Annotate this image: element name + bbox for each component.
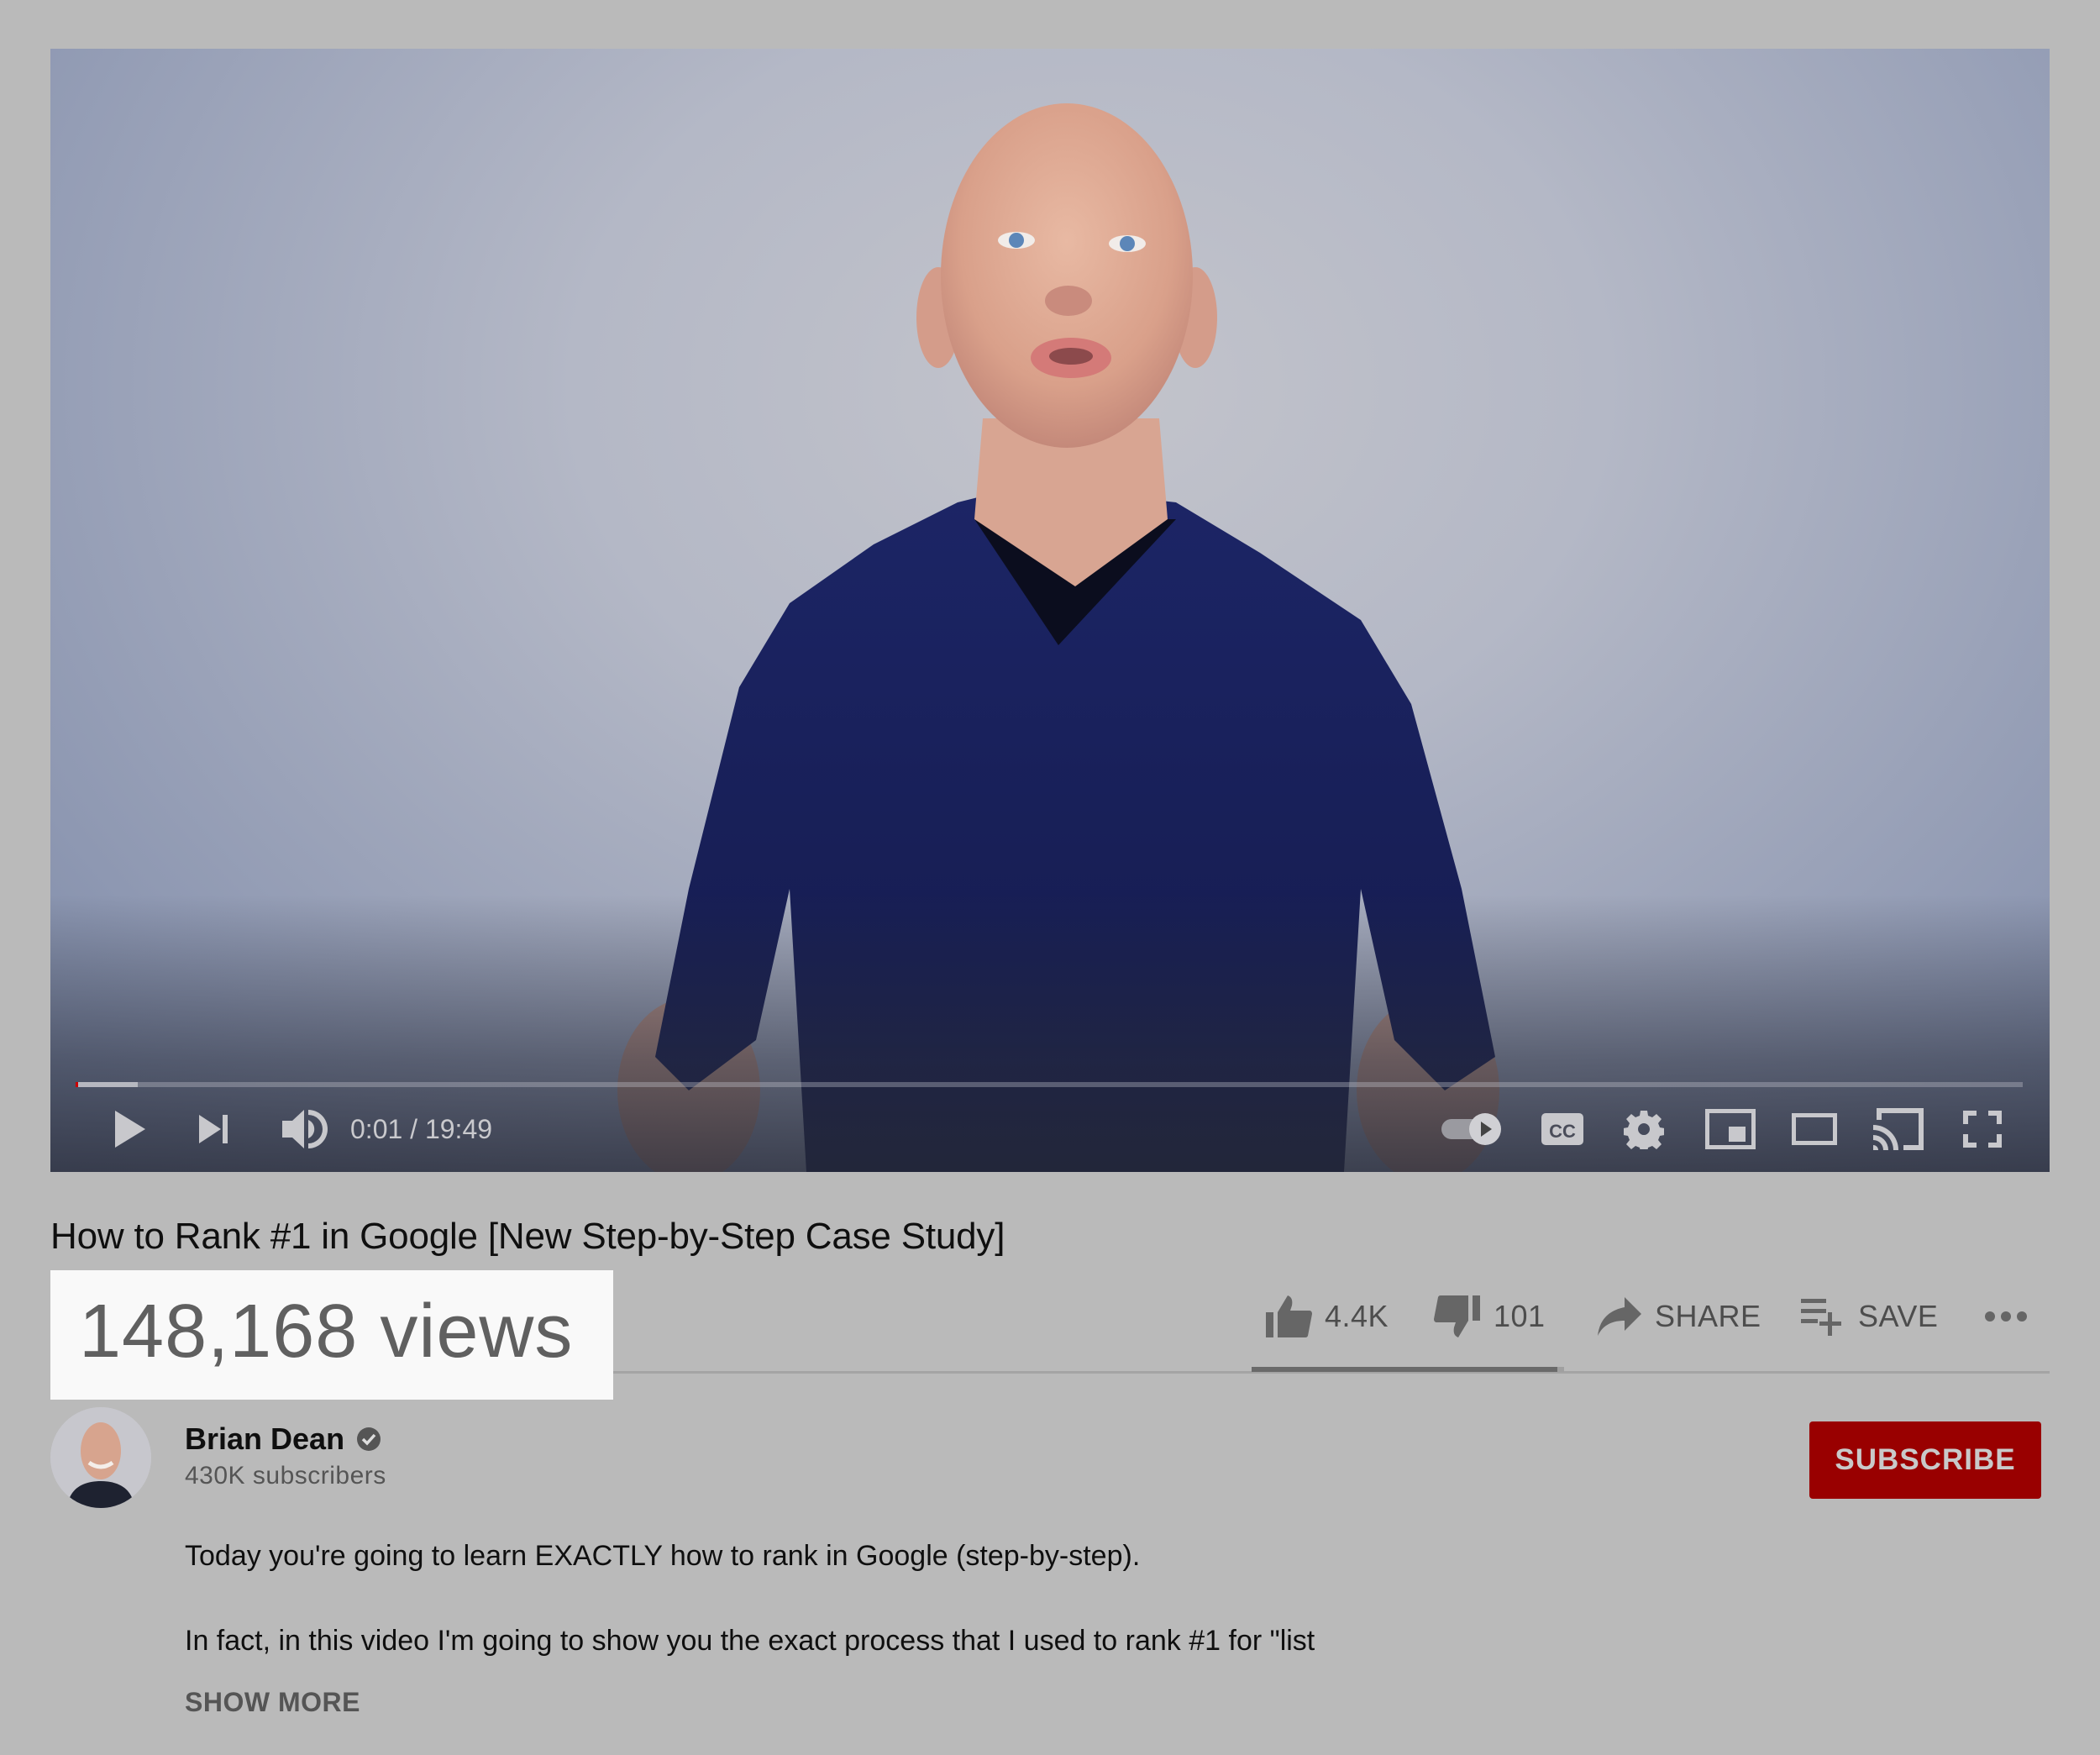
subscriber-count: 430K subscribers [185, 1462, 386, 1490]
next-button[interactable] [185, 1106, 244, 1153]
cast-icon [1873, 1108, 1924, 1150]
like-button[interactable]: 4.4K [1264, 1290, 1389, 1343]
miniplayer-button[interactable] [1697, 1106, 1764, 1153]
fullscreen-button[interactable] [1949, 1106, 2016, 1153]
save-label: SAVE [1858, 1299, 1939, 1333]
thumbs-down-icon [1434, 1295, 1480, 1337]
dislike-count: 101 [1494, 1299, 1546, 1333]
like-count: 4.4K [1325, 1299, 1389, 1333]
theater-mode-icon [1792, 1113, 1837, 1145]
verified-badge-icon [357, 1427, 381, 1451]
sentiment-bar-dislikes [1557, 1367, 1564, 1372]
head [941, 103, 1193, 448]
view-count: 148,168 views [79, 1290, 574, 1374]
time-display: 0:01 / 19:49 [350, 1109, 492, 1149]
video-player[interactable]: 0:01 / 19:49 CC [50, 49, 2050, 1172]
description-line: Today you're going to learn EXACTLY how … [185, 1540, 1141, 1572]
channel-avatar[interactable] [50, 1407, 151, 1508]
settings-button[interactable] [1614, 1106, 1673, 1153]
time-display-text: 0:01 / 19:49 [350, 1114, 493, 1144]
play-button[interactable] [101, 1106, 160, 1153]
volume-button[interactable] [270, 1106, 338, 1153]
save-button[interactable]: SAVE [1799, 1290, 1938, 1343]
theater-mode-button[interactable] [1781, 1106, 1848, 1153]
sentiment-bar-likes [1252, 1367, 1557, 1372]
miniplayer-icon [1705, 1109, 1756, 1149]
autoplay-toggle[interactable] [1436, 1106, 1507, 1153]
share-label: SHARE [1655, 1299, 1761, 1333]
channel-name[interactable]: Brian Dean [185, 1421, 344, 1457]
progress-bar[interactable] [76, 1082, 2023, 1087]
gear-icon [1624, 1111, 1664, 1149]
dislike-button[interactable]: 101 [1433, 1290, 1546, 1343]
play-icon [115, 1111, 145, 1148]
avatar-image [50, 1407, 151, 1508]
progress-played [76, 1082, 78, 1087]
progress-buffered [76, 1082, 138, 1087]
more-horizontal-icon [1985, 1311, 2027, 1322]
show-more-button[interactable]: SHOW MORE [185, 1687, 360, 1718]
share-icon [1598, 1297, 1641, 1336]
share-button[interactable]: SHARE [1596, 1290, 1761, 1343]
playlist-add-icon [1801, 1299, 1841, 1336]
skip-next-icon [199, 1115, 228, 1143]
captions-button[interactable]: CC [1533, 1106, 1592, 1153]
description-line: In fact, in this video I'm going to show… [185, 1625, 1315, 1657]
cast-button[interactable] [1865, 1106, 1932, 1153]
thumbs-up-icon [1266, 1295, 1312, 1337]
subscribe-button[interactable]: SUBSCRIBE [1809, 1421, 2041, 1499]
fullscreen-icon [1963, 1111, 2002, 1148]
autoplay-toggle-icon [1441, 1113, 1501, 1145]
channel-name-row[interactable]: Brian Dean [185, 1421, 381, 1457]
video-title: How to Rank #1 in Google [New Step-by-St… [50, 1216, 1005, 1257]
more-actions-button[interactable] [1984, 1290, 2028, 1343]
svg-text:CC: CC [1549, 1121, 1576, 1142]
volume-icon [282, 1110, 328, 1148]
cc-icon: CC [1541, 1113, 1583, 1145]
